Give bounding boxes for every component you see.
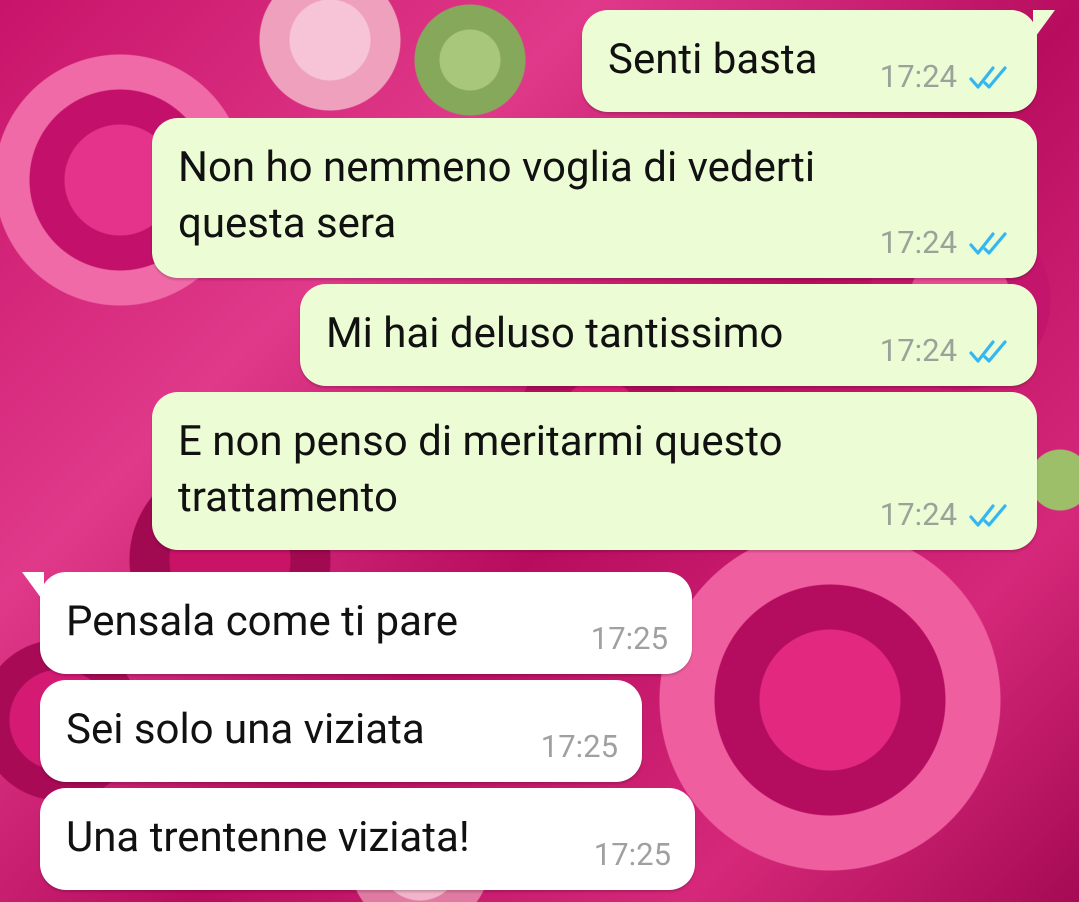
message-meta: 17:24 bbox=[880, 226, 1013, 260]
message-time: 17:24 bbox=[879, 332, 957, 369]
double-check-icon bbox=[969, 66, 1007, 89]
message-line: Pensala come ti pare bbox=[66, 597, 459, 646]
message-line: Non ho nemmeno voglia di vederti bbox=[178, 143, 816, 192]
message-line: Sei solo una viziata bbox=[66, 705, 425, 754]
message-line: Senti basta bbox=[608, 35, 818, 84]
message-line: trattamento bbox=[178, 473, 398, 522]
outgoing-message[interactable]: Non ho nemmeno voglia di vederti questa … bbox=[152, 118, 1037, 278]
outgoing-message[interactable]: Mi hai deluso tantissimo 17:24 bbox=[300, 284, 1037, 386]
message-meta: 17:25 bbox=[594, 838, 671, 872]
incoming-message[interactable]: Una trentenne viziata! 17:25 bbox=[40, 788, 695, 890]
message-text: Mi hai deluso tantissimo bbox=[326, 306, 783, 362]
message-text: E non penso di meritarmi questo trattame… bbox=[178, 414, 783, 526]
message-time: 17:25 bbox=[540, 728, 618, 765]
message-text: Non ho nemmeno voglia di vederti questa … bbox=[178, 140, 815, 252]
message-time: 17:25 bbox=[593, 836, 671, 873]
bubble-tail bbox=[1033, 10, 1055, 40]
incoming-message[interactable]: Sei solo una viziata 17:25 bbox=[40, 680, 642, 782]
message-time: 17:24 bbox=[879, 496, 957, 533]
message-text: Senti basta bbox=[608, 32, 817, 88]
message-meta: 17:25 bbox=[541, 730, 618, 764]
message-meta: 17:25 bbox=[591, 622, 668, 656]
bubble-tail bbox=[22, 572, 44, 602]
double-check-icon bbox=[969, 504, 1007, 527]
incoming-message[interactable]: Pensala come ti pare 17:25 bbox=[22, 572, 692, 674]
message-meta: 17:24 bbox=[880, 60, 1013, 94]
message-meta: 17:24 bbox=[880, 334, 1013, 368]
message-text: Pensala come ti pare bbox=[66, 594, 458, 650]
message-line: E non penso di meritarmi questo bbox=[178, 417, 783, 466]
message-time: 17:24 bbox=[879, 58, 957, 95]
double-check-icon bbox=[969, 340, 1007, 363]
message-time: 17:25 bbox=[590, 620, 668, 657]
double-check-icon bbox=[969, 232, 1007, 255]
outgoing-message[interactable]: E non penso di meritarmi questo trattame… bbox=[152, 392, 1037, 550]
message-line: Mi hai deluso tantissimo bbox=[326, 309, 784, 358]
outgoing-message[interactable]: Senti basta 17:24 bbox=[582, 10, 1055, 112]
message-line: questa sera bbox=[178, 199, 397, 248]
message-line: Una trentenne viziata! bbox=[66, 813, 470, 862]
message-text: Sei solo una viziata bbox=[66, 702, 425, 758]
message-time: 17:24 bbox=[879, 224, 957, 261]
message-text: Una trentenne viziata! bbox=[66, 810, 470, 866]
message-meta: 17:24 bbox=[880, 498, 1013, 532]
